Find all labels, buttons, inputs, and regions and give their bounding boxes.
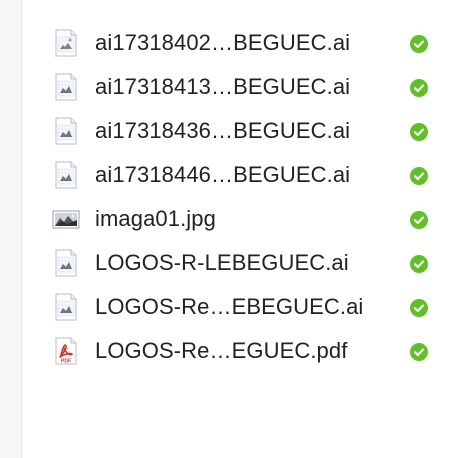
file-name: ai17318446…BEGUEC.ai <box>95 162 351 187</box>
file-name: LOGOS-Re…EGUEC.pdf <box>95 338 348 363</box>
sidebar-edge <box>0 0 22 458</box>
file-row[interactable]: LOGOS-R-LEBEGUEC.ai <box>22 241 468 285</box>
ai-file-icon <box>55 161 77 189</box>
file-row[interactable]: ai17318446…BEGUEC.ai <box>22 153 468 197</box>
pdf-badge-label: PDF <box>61 359 71 365</box>
file-name: imaga01.jpg <box>95 206 216 231</box>
file-name: LOGOS-R-LEBEGUEC.ai <box>95 250 349 275</box>
file-row[interactable]: ai17318413…BEGUEC.ai <box>22 65 468 109</box>
ai-file-icon <box>55 117 77 145</box>
file-row[interactable]: LOGOS-Re…EBEGUEC.ai <box>22 285 468 329</box>
file-name: ai17318413…BEGUEC.ai <box>95 74 351 99</box>
ai-file-icon <box>55 73 77 101</box>
file-name: ai17318402…BEGUEC.ai <box>95 30 351 55</box>
synced-check-icon <box>410 35 428 53</box>
synced-check-icon <box>410 299 428 317</box>
pdf-file-icon: PDF <box>55 337 77 365</box>
file-name: ai17318436…BEGUEC.ai <box>95 118 351 143</box>
synced-check-icon <box>410 343 428 361</box>
file-row[interactable]: ai17318402…BEGUEC.ai <box>22 21 468 65</box>
ai-file-icon <box>55 249 77 277</box>
synced-check-icon <box>410 255 428 273</box>
ai-file-icon <box>55 29 77 57</box>
file-row[interactable]: ai17318436…BEGUEC.ai <box>22 109 468 153</box>
file-name: LOGOS-Re…EBEGUEC.ai <box>95 294 364 319</box>
synced-check-icon <box>410 123 428 141</box>
file-row[interactable]: PDF LOGOS-Re…EGUEC.pdf <box>22 329 468 373</box>
file-row[interactable]: imaga01.jpg <box>22 197 468 241</box>
file-list: ai17318402…BEGUEC.ai ai17318413…BEGUEC.a… <box>22 21 468 373</box>
synced-check-icon <box>410 211 428 229</box>
ai-file-icon <box>55 293 77 321</box>
image-file-icon <box>52 210 80 229</box>
synced-check-icon <box>410 79 428 97</box>
synced-check-icon <box>410 167 428 185</box>
finder-window: ai17318402…BEGUEC.ai ai17318413…BEGUEC.a… <box>0 0 468 458</box>
